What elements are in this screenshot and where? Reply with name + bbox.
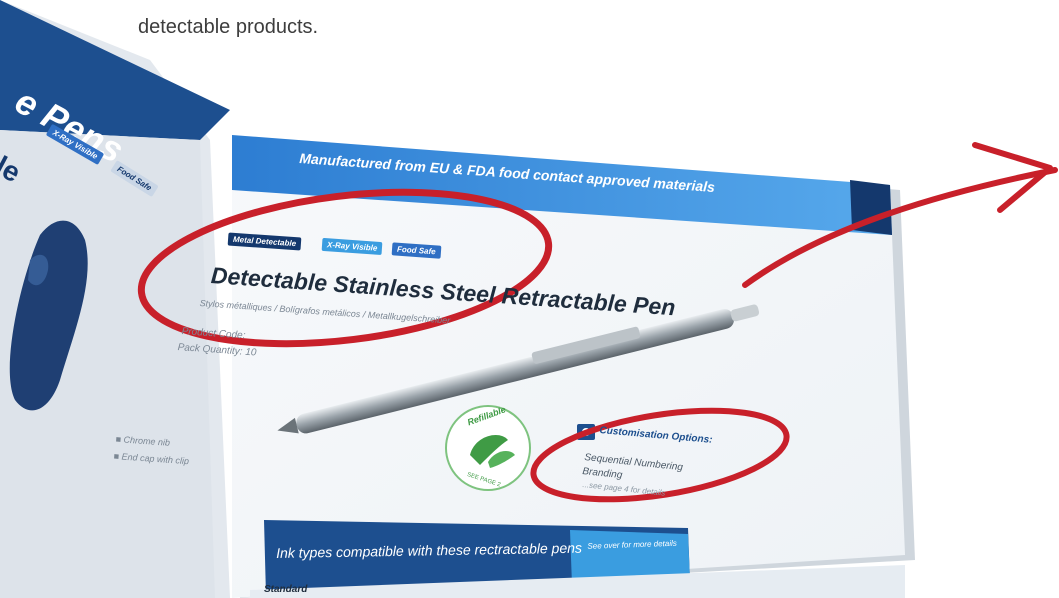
ink-table-heading-standard: Standard <box>264 584 308 595</box>
